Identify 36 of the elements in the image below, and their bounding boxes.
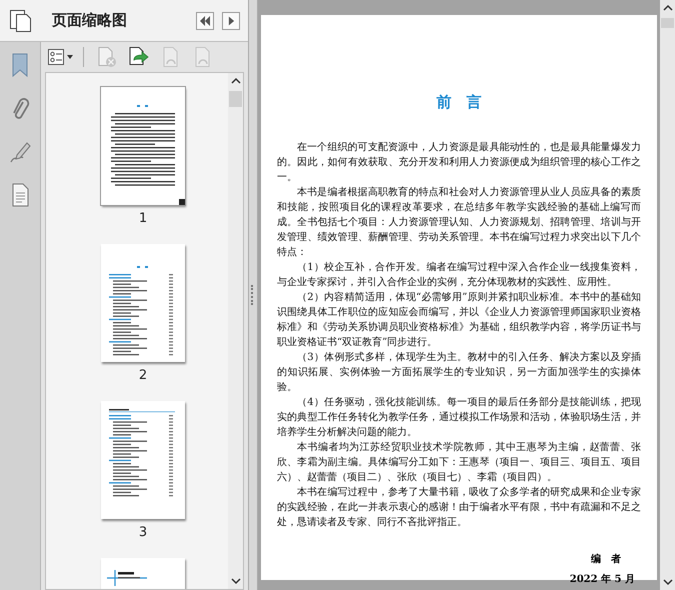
scroll-up-icon[interactable] (230, 77, 240, 85)
collapse-button[interactable] (196, 12, 214, 30)
paragraph: （1）校企互补，合作开发。编者在编写过程中深入合作企业一线搜集资料，与企业专家探讨，并引入合作企业的实例，充分体现教材的实践性、应用性。 (277, 260, 641, 290)
page-thumbnail[interactable] (101, 87, 185, 205)
scroll-thumb[interactable] (229, 91, 242, 107)
double-left-arrow-icon (199, 16, 211, 26)
document-icon[interactable] (10, 182, 30, 208)
paragraph: 本书是编者根据高职教育的特点和社会对人力资源管理从业人员应具备的素质和技能，按照项目化的课程改革要求，在总结多年教学实践经验的基础上编写而成。全书包括七个项目：人力资源管理认知、人力资源规划、招聘管理、培训与开发管理、绩效管理、薪酬管理、劳动关系管理。本书在编写过程力求突出以下几个特点： (277, 186, 641, 260)
paragraph: 本书在编写过程中，参考了大量书籍，吸收了众多学者的研究成果和企业专家的实践经验，在此一并表示衷心的感谢！由于编者水平有限，书中有疏漏和不足之处，恳请读者及专家、同行不吝批评指正。 (277, 486, 641, 530)
author-signature: 编 者 (591, 552, 621, 566)
page-thumbnail[interactable] (101, 244, 185, 362)
scroll-down-icon[interactable] (230, 577, 240, 585)
page-delete-icon (96, 46, 118, 68)
pages-icon[interactable] (8, 8, 34, 34)
paragraph: （4）任务驱动，强化技能训练。每一项目的最后任务部分是技能训练，把现实的典型工作任务转化为教学任务，通过模拟工作场景和活动，体验职场生活，并培养学生分析解决问题的能力。 (277, 396, 641, 440)
scroll-up-icon[interactable] (662, 4, 672, 12)
page-insert-icon (128, 46, 150, 68)
page-heading: 前 言 (436, 93, 482, 112)
page-number: 1 (138, 211, 148, 226)
paragraph: 本书编者均为江苏经贸职业技术学院教师，其中王惠琴为主编，赵蕾蕾、张欣、李霜为副主编。具体编写分工如下：王惠琴（项目一、项目三、项目五、项目六）、赵蕾蕾（项目二）、张欣（项目七）、李霜（项目四）。 (277, 440, 641, 485)
right-arrow-icon (228, 16, 234, 26)
page-number: 2 (138, 368, 148, 383)
panel-title: 页面缩略图 (52, 11, 128, 30)
paragraph: （2）内容精简适用，体现“必需够用”原则并紧扣职业标准。本书中的基础知识围绕具体工作职位的应知应会而编写，并以《企业人力资源管理师国家职业资格标准》和《劳动关系协调员职业资格标准》为基础，组织教学内容，将学历证书与职业资格证书“双证教育”同步进行。 (277, 290, 641, 350)
scroll-down-icon[interactable] (662, 578, 672, 586)
page-number: 3 (138, 525, 148, 540)
scroll-thumb[interactable] (661, 18, 674, 28)
scrollbar[interactable] (660, 0, 675, 590)
options-icon (47, 47, 75, 67)
page-thumbnail[interactable] (101, 401, 185, 519)
date-text: 2022 年 5 月 (570, 572, 635, 586)
expand-button[interactable] (222, 12, 240, 30)
paragraph: （3）体例形式多样，体现学生为主。教材中的引入任务、解决方案以及穿插的知识拓展、实例体验一方面拓展学生的专业知识，另一方面加强学生的实操体验。 (277, 350, 641, 395)
scrollbar[interactable] (228, 73, 243, 589)
signature-icon[interactable] (9, 140, 31, 164)
paragraph: 在一个组织的可支配资源中，人力资源是最具能动性的，也是最具能量爆发力的。因此，如何有效获取、充分开发和利用人力资源便成为组织管理的核心工作之一。 (277, 140, 641, 185)
